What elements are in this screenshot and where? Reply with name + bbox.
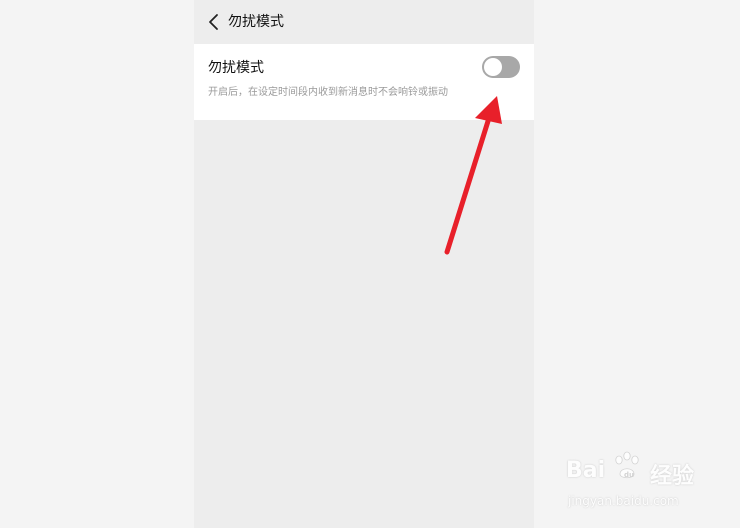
- dnd-toggle-switch[interactable]: [482, 56, 520, 78]
- toggle-knob: [484, 58, 502, 76]
- chevron-left-icon: [209, 14, 218, 30]
- phone-screen: 勿扰模式 勿扰模式 开启后，在设定时间段内收到新消息时不会响铃或振动: [194, 0, 534, 528]
- paw-icon: du: [615, 451, 639, 479]
- top-bar: 勿扰模式: [194, 0, 534, 44]
- paw-text: du: [624, 471, 634, 479]
- setting-description: 开启后，在设定时间段内收到新消息时不会响铃或振动: [208, 87, 448, 98]
- baidu-jingyan-watermark: Bai du 经验 jingyan.baidu.com: [564, 446, 714, 516]
- watermark-logo: Bai: [566, 458, 606, 483]
- back-button[interactable]: [202, 10, 226, 34]
- page-title: 勿扰模式: [228, 14, 284, 30]
- dnd-setting-card: 勿扰模式 开启后，在设定时间段内收到新消息时不会响铃或振动: [194, 44, 534, 120]
- watermark-name: 经验: [650, 464, 695, 489]
- setting-name: 勿扰模式: [208, 60, 264, 76]
- watermark-url: jingyan.baidu.com: [568, 494, 679, 508]
